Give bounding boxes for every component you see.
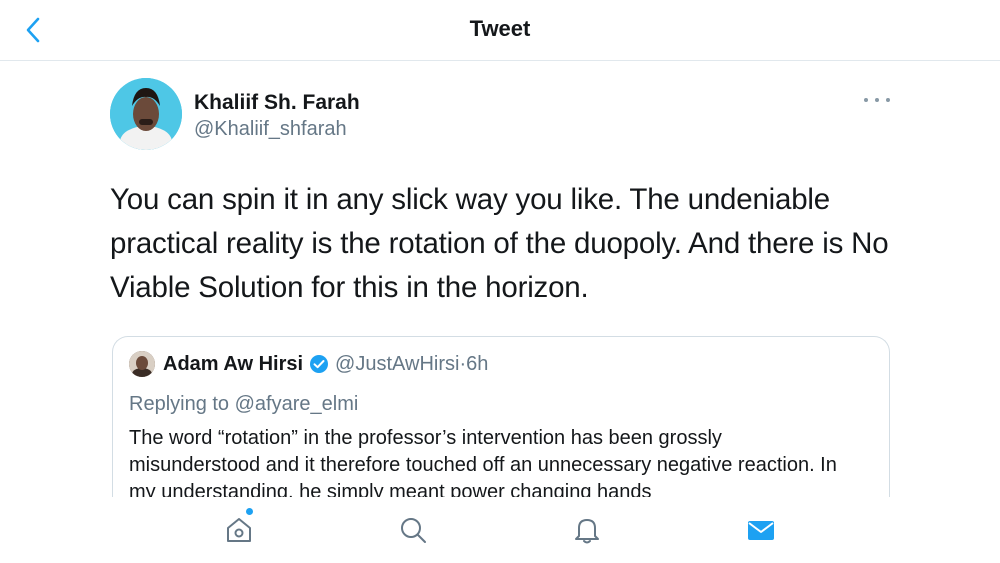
- verified-badge-icon: [309, 354, 329, 374]
- more-dot: [875, 98, 879, 102]
- replying-to-label: Replying to: [129, 393, 230, 415]
- tab-search[interactable]: [393, 510, 433, 550]
- bottom-tab-bar: [0, 497, 1000, 563]
- quoted-tweet-text: The word “rotation” in the professor’s i…: [129, 427, 837, 501]
- page-title: Tweet: [469, 16, 531, 41]
- tab-messages[interactable]: [741, 510, 781, 550]
- separator-dot: ·: [459, 352, 467, 375]
- quoted-avatar: [129, 351, 155, 377]
- quoted-author-handle: @JustAwHirsi: [335, 352, 460, 375]
- author-handle[interactable]: @Khaliif_shfarah: [194, 118, 347, 141]
- replying-to: Replying to @afyare_elmi: [129, 393, 358, 416]
- quoted-timestamp: 6h: [466, 352, 489, 375]
- home-icon: [227, 518, 251, 542]
- tab-home[interactable]: [219, 510, 259, 550]
- tab-notifications[interactable]: [567, 510, 607, 550]
- home-notification-dot: [246, 508, 253, 515]
- notifications-icon: [575, 519, 599, 544]
- quoted-author-name: Adam Aw Hirsi: [163, 352, 304, 375]
- quoted-tweet-header: Adam Aw Hirsi @JustAwHirsi · 6h: [129, 351, 488, 377]
- avatar-image: [110, 78, 182, 150]
- top-bar: Tweet: [0, 0, 1000, 61]
- mail-icon: [748, 521, 774, 540]
- replying-to-user: @afyare_elmi: [234, 393, 359, 415]
- more-options-button[interactable]: [864, 92, 890, 108]
- author-name[interactable]: Khaliif Sh. Farah: [194, 91, 360, 115]
- search-icon: [401, 518, 426, 543]
- more-dot: [886, 98, 890, 102]
- tweet-author: Khaliif Sh. Farah @Khaliif_shfarah: [110, 78, 890, 150]
- more-dot: [864, 98, 868, 102]
- avatar[interactable]: [110, 78, 182, 150]
- tweet-text: You can spin it in any slick way you lik…: [110, 183, 889, 304]
- tweet: Khaliif Sh. Farah @Khaliif_shfarah: [110, 78, 890, 150]
- quoted-tweet[interactable]: Adam Aw Hirsi @JustAwHirsi · 6h Replying…: [112, 336, 890, 501]
